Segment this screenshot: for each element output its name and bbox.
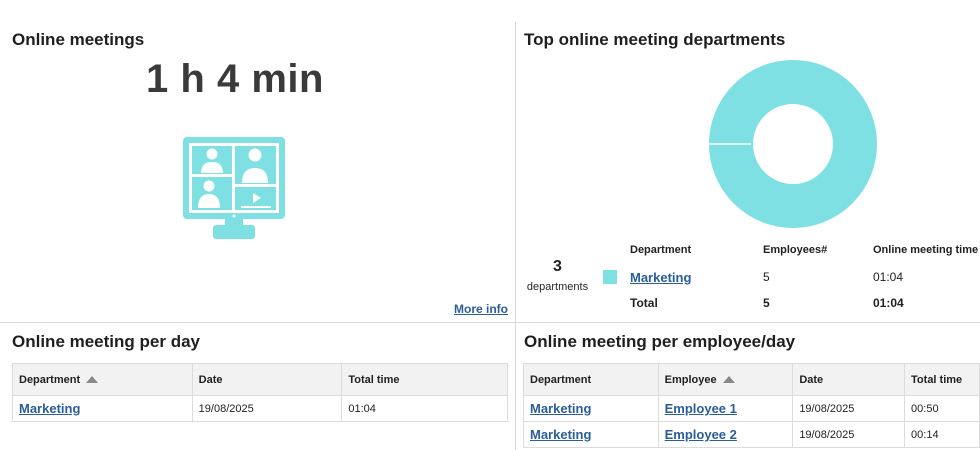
vertical-divider [515,22,516,450]
sort-ascending-icon [722,376,735,384]
per-employee-total-time: 00:14 [904,421,980,448]
per-employee-total-time: 00:50 [904,395,980,422]
legend-header-employees: Employees# [763,244,828,256]
sort-ascending-icon [86,376,99,384]
online-meetings-title: Online meetings [12,30,145,49]
horizontal-divider [0,322,980,323]
per-day-title: Online meeting per day [12,332,200,351]
legend-employees-value: 5 [763,270,770,284]
per-day-header-total-time[interactable]: Total time [341,363,508,396]
legend-department-link[interactable]: Marketing [630,270,691,285]
legend-header-department: Department [630,244,692,256]
per-employee-employee-link[interactable]: Employee 1 [665,401,737,416]
per-employee-header-employee[interactable]: Employee [657,363,794,396]
per-day-date: 19/08/2025 [191,395,343,422]
per-employee-header-date[interactable]: Date [792,363,906,396]
table-row: Marketing Employee 2 19/08/2025 00:14 [523,421,980,448]
per-day-department-link[interactable]: Marketing [19,401,80,416]
legend-header-meeting-time: Online meeting time [873,244,979,256]
video-conference-monitor-icon [183,137,285,239]
table-row: Marketing 19/08/2025 01:04 [12,395,508,422]
more-info-link[interactable]: More info [454,302,508,316]
legend-swatch-marketing [603,270,617,285]
legend-total-employees: 5 [763,296,770,310]
per-employee-date: 19/08/2025 [792,421,906,448]
online-meetings-total-time: 1 h 4 min [146,57,324,101]
per-employee-department-link[interactable]: Marketing [530,401,591,416]
per-employee-day-table: Department Employee Date Total time Mark… [523,363,980,448]
table-row: Marketing Employee 1 19/08/2025 00:50 [523,395,980,422]
per-employee-header-total-time[interactable]: Total time [904,363,980,396]
per-employee-department-link[interactable]: Marketing [530,427,591,442]
per-day-header-department[interactable]: Department [12,363,193,396]
department-count-label: departments [526,281,589,293]
department-count: 3 [553,258,562,275]
per-employee-day-title: Online meeting per employee/day [524,332,796,351]
per-employee-employee-link[interactable]: Employee 2 [665,427,737,442]
legend-time-value: 01:04 [873,270,904,284]
per-day-total-time: 01:04 [341,395,508,422]
legend-total-row: Total 5 01:04 [603,290,980,316]
per-day-table: Department Date Total time Marketing 19/… [12,363,508,422]
top-departments-legend-table: Department Employees# Online meeting tim… [603,236,980,316]
per-day-header-date[interactable]: Date [191,363,343,396]
per-employee-header-department[interactable]: Department [523,363,659,396]
top-departments-title: Top online meeting departments [524,30,786,49]
department-donut-chart [709,60,877,228]
legend-total-label: Total [630,296,658,310]
legend-row: Marketing 5 01:04 [603,264,980,290]
per-employee-date: 19/08/2025 [792,395,906,422]
legend-total-time: 01:04 [873,296,904,310]
